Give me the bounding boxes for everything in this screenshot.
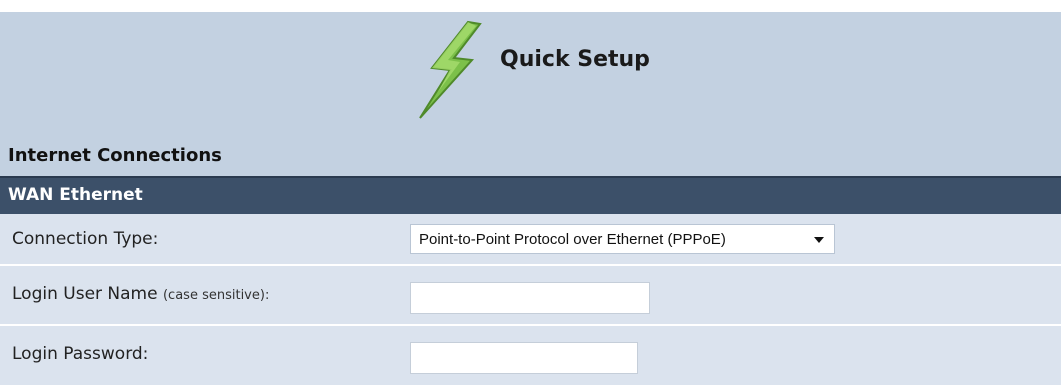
case-sensitive-note: (case sensitive): [162, 288, 270, 303]
band-label: WAN Ethernet [8, 185, 143, 205]
login-user-label: Login User Name (case sensitive): [12, 284, 269, 304]
connection-type-label: Connection Type: [12, 229, 159, 249]
page-title: Quick Setup [500, 47, 650, 72]
lightning-bolt-icon [419, 20, 482, 119]
wan-ethernet-band: WAN Ethernet [0, 176, 1061, 214]
top-strip [0, 0, 1061, 12]
login-password-input[interactable] [410, 342, 638, 374]
section-title: Internet Connections [8, 145, 222, 166]
connection-type-value: Point-to-Point Protocol over Ethernet (P… [419, 231, 726, 248]
connection-type-select[interactable]: Point-to-Point Protocol over Ethernet (P… [410, 224, 835, 254]
login-password-row: Login Password: [0, 326, 1061, 385]
quick-setup-header: Quick Setup Internet Connections [0, 12, 1061, 176]
chevron-down-icon [814, 237, 824, 243]
login-user-label-text: Login User Name [12, 284, 158, 304]
login-user-input[interactable] [410, 282, 650, 314]
login-password-label: Login Password: [12, 344, 149, 364]
connection-type-row: Connection Type: Point-to-Point Protocol… [0, 214, 1061, 266]
login-user-row: Login User Name (case sensitive): [0, 266, 1061, 326]
